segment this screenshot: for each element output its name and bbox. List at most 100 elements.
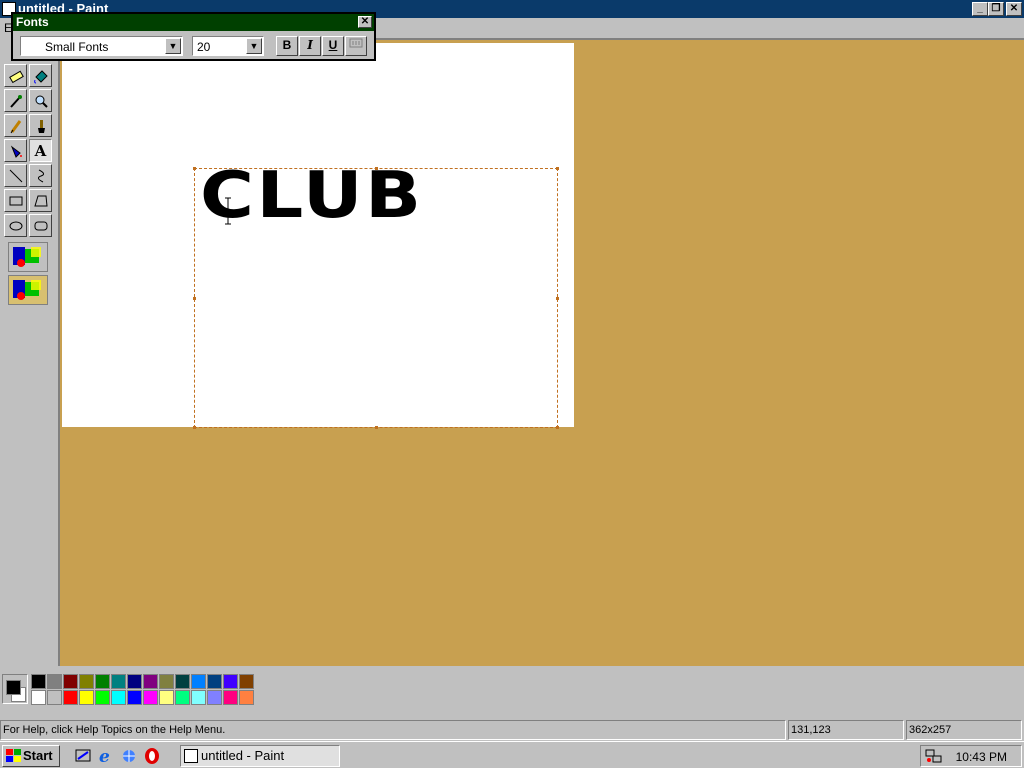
palette-swatch[interactable] bbox=[79, 690, 94, 705]
font-name-dropdown-icon[interactable]: ▼ bbox=[165, 38, 181, 54]
palette-swatch[interactable] bbox=[191, 690, 206, 705]
palette-swatch[interactable] bbox=[127, 674, 142, 689]
palette-swatch[interactable] bbox=[127, 690, 142, 705]
minimize-button[interactable]: _ bbox=[972, 2, 988, 16]
pencil-tool[interactable] bbox=[4, 114, 27, 137]
magnifier-tool[interactable] bbox=[29, 89, 52, 112]
system-tray: 10:43 PM bbox=[920, 745, 1022, 767]
palette-swatch[interactable] bbox=[191, 674, 206, 689]
rectangle-tool[interactable] bbox=[4, 189, 27, 212]
palette-swatch[interactable] bbox=[175, 674, 190, 689]
taskbar-item-paint[interactable]: untitled - Paint bbox=[180, 745, 340, 767]
ellipse-icon bbox=[9, 221, 22, 230]
curve-icon bbox=[37, 169, 44, 182]
font-size-dropdown-icon[interactable]: ▼ bbox=[246, 38, 262, 54]
foreground-color-swatch bbox=[6, 680, 21, 695]
resize-handle-ne[interactable] bbox=[556, 167, 559, 170]
color-picker-tool[interactable] bbox=[4, 89, 27, 112]
palette-swatch[interactable] bbox=[239, 674, 254, 689]
taskbar: Start e untitled - Paint 10:43 PM bbox=[0, 741, 1024, 768]
current-colors[interactable] bbox=[2, 674, 28, 704]
font-name-select[interactable]: Small Fonts ▼ bbox=[20, 36, 183, 56]
opaque-mode-option[interactable] bbox=[8, 275, 48, 305]
palette-swatch[interactable] bbox=[111, 674, 126, 689]
eraser-tool[interactable] bbox=[4, 64, 27, 87]
palette-swatch[interactable] bbox=[207, 690, 222, 705]
font-size-value: 20 bbox=[197, 40, 211, 54]
rounded-rectangle-tool[interactable] bbox=[29, 214, 52, 237]
status-bar: For Help, click Help Topics on the Help … bbox=[0, 718, 1024, 740]
palette-swatch[interactable] bbox=[175, 690, 190, 705]
palette-swatch[interactable] bbox=[31, 674, 46, 689]
palette-swatch[interactable] bbox=[63, 674, 78, 689]
palette-swatch[interactable] bbox=[79, 674, 94, 689]
text-tool[interactable]: A bbox=[29, 139, 52, 162]
resize-handle-se[interactable] bbox=[556, 426, 559, 429]
underline-button[interactable]: U bbox=[322, 36, 344, 56]
maximize-button[interactable]: ❐ bbox=[988, 2, 1004, 16]
text-selection-box[interactable] bbox=[194, 168, 558, 428]
outlook-express-icon[interactable] bbox=[120, 747, 138, 765]
italic-button[interactable]: I bbox=[299, 36, 321, 56]
resize-handle-s[interactable] bbox=[375, 426, 378, 429]
resize-handle-w[interactable] bbox=[193, 297, 196, 300]
palette-swatch[interactable] bbox=[159, 690, 174, 705]
fonts-toolbar-title-text: Fonts bbox=[16, 15, 49, 29]
fonts-toolbar-title[interactable]: Fonts ✕ bbox=[13, 14, 374, 31]
close-button[interactable]: ✕ bbox=[1006, 2, 1022, 16]
palette-swatch[interactable] bbox=[223, 690, 238, 705]
opera-icon[interactable] bbox=[143, 747, 161, 765]
text-cursor-icon bbox=[225, 197, 231, 225]
windows-logo-icon bbox=[6, 749, 21, 762]
font-name-value: Small Fonts bbox=[45, 40, 109, 54]
brush-tool[interactable] bbox=[29, 114, 52, 137]
show-desktop-icon[interactable] bbox=[74, 747, 92, 765]
vertical-text-icon bbox=[349, 38, 363, 48]
pencil-icon bbox=[10, 119, 21, 133]
resize-handle-sw[interactable] bbox=[193, 426, 196, 429]
palette-swatch[interactable] bbox=[143, 674, 158, 689]
taskbar-item-paint-label: untitled - Paint bbox=[201, 748, 285, 763]
palette-swatch[interactable] bbox=[111, 690, 126, 705]
palette-swatch[interactable] bbox=[47, 674, 62, 689]
bold-button[interactable]: B bbox=[276, 36, 298, 56]
font-size-select[interactable]: 20 ▼ bbox=[192, 36, 264, 56]
ellipse-tool[interactable] bbox=[4, 214, 27, 237]
resize-handle-nw[interactable] bbox=[193, 167, 196, 170]
paint-task-icon bbox=[184, 749, 198, 763]
palette-swatch[interactable] bbox=[159, 674, 174, 689]
rectangle-icon bbox=[9, 196, 22, 205]
fonts-toolbar: Fonts ✕ Small Fonts ▼ 20 ▼ B I U bbox=[11, 12, 376, 61]
brush-icon bbox=[37, 119, 45, 133]
fonts-close-button[interactable]: ✕ bbox=[358, 16, 372, 28]
fill-icon bbox=[33, 69, 48, 83]
polygon-tool[interactable] bbox=[29, 189, 52, 212]
resize-handle-e[interactable] bbox=[556, 297, 559, 300]
start-button[interactable]: Start bbox=[2, 745, 60, 767]
palette-swatch[interactable] bbox=[47, 690, 62, 705]
palette-swatch[interactable] bbox=[207, 674, 222, 689]
network-icon[interactable] bbox=[925, 748, 943, 764]
line-tool[interactable] bbox=[4, 164, 27, 187]
eraser-icon bbox=[8, 70, 24, 83]
palette-swatch[interactable] bbox=[143, 690, 158, 705]
clock[interactable]: 10:43 PM bbox=[956, 750, 1007, 764]
palette-swatch[interactable] bbox=[239, 690, 254, 705]
fill-tool[interactable] bbox=[29, 64, 52, 87]
palette-swatch[interactable] bbox=[31, 690, 46, 705]
airbrush-tool[interactable] bbox=[4, 139, 27, 162]
status-coordinates: 131,123 bbox=[788, 720, 904, 740]
palette-swatch[interactable] bbox=[95, 690, 110, 705]
vertical-text-button[interactable] bbox=[345, 36, 367, 56]
transparent-background-icon bbox=[13, 280, 41, 300]
curve-tool[interactable] bbox=[29, 164, 52, 187]
status-selection-size: 362x257 bbox=[906, 720, 1022, 740]
palette-swatch[interactable] bbox=[63, 690, 78, 705]
toolbox: A bbox=[0, 38, 58, 666]
palette-swatch[interactable] bbox=[223, 674, 238, 689]
resize-handle-n[interactable] bbox=[375, 167, 378, 170]
transparent-mode-option[interactable] bbox=[8, 242, 48, 272]
palette-swatch[interactable] bbox=[95, 674, 110, 689]
opaque-background-icon bbox=[13, 247, 41, 267]
internet-explorer-icon[interactable]: e bbox=[97, 747, 115, 765]
